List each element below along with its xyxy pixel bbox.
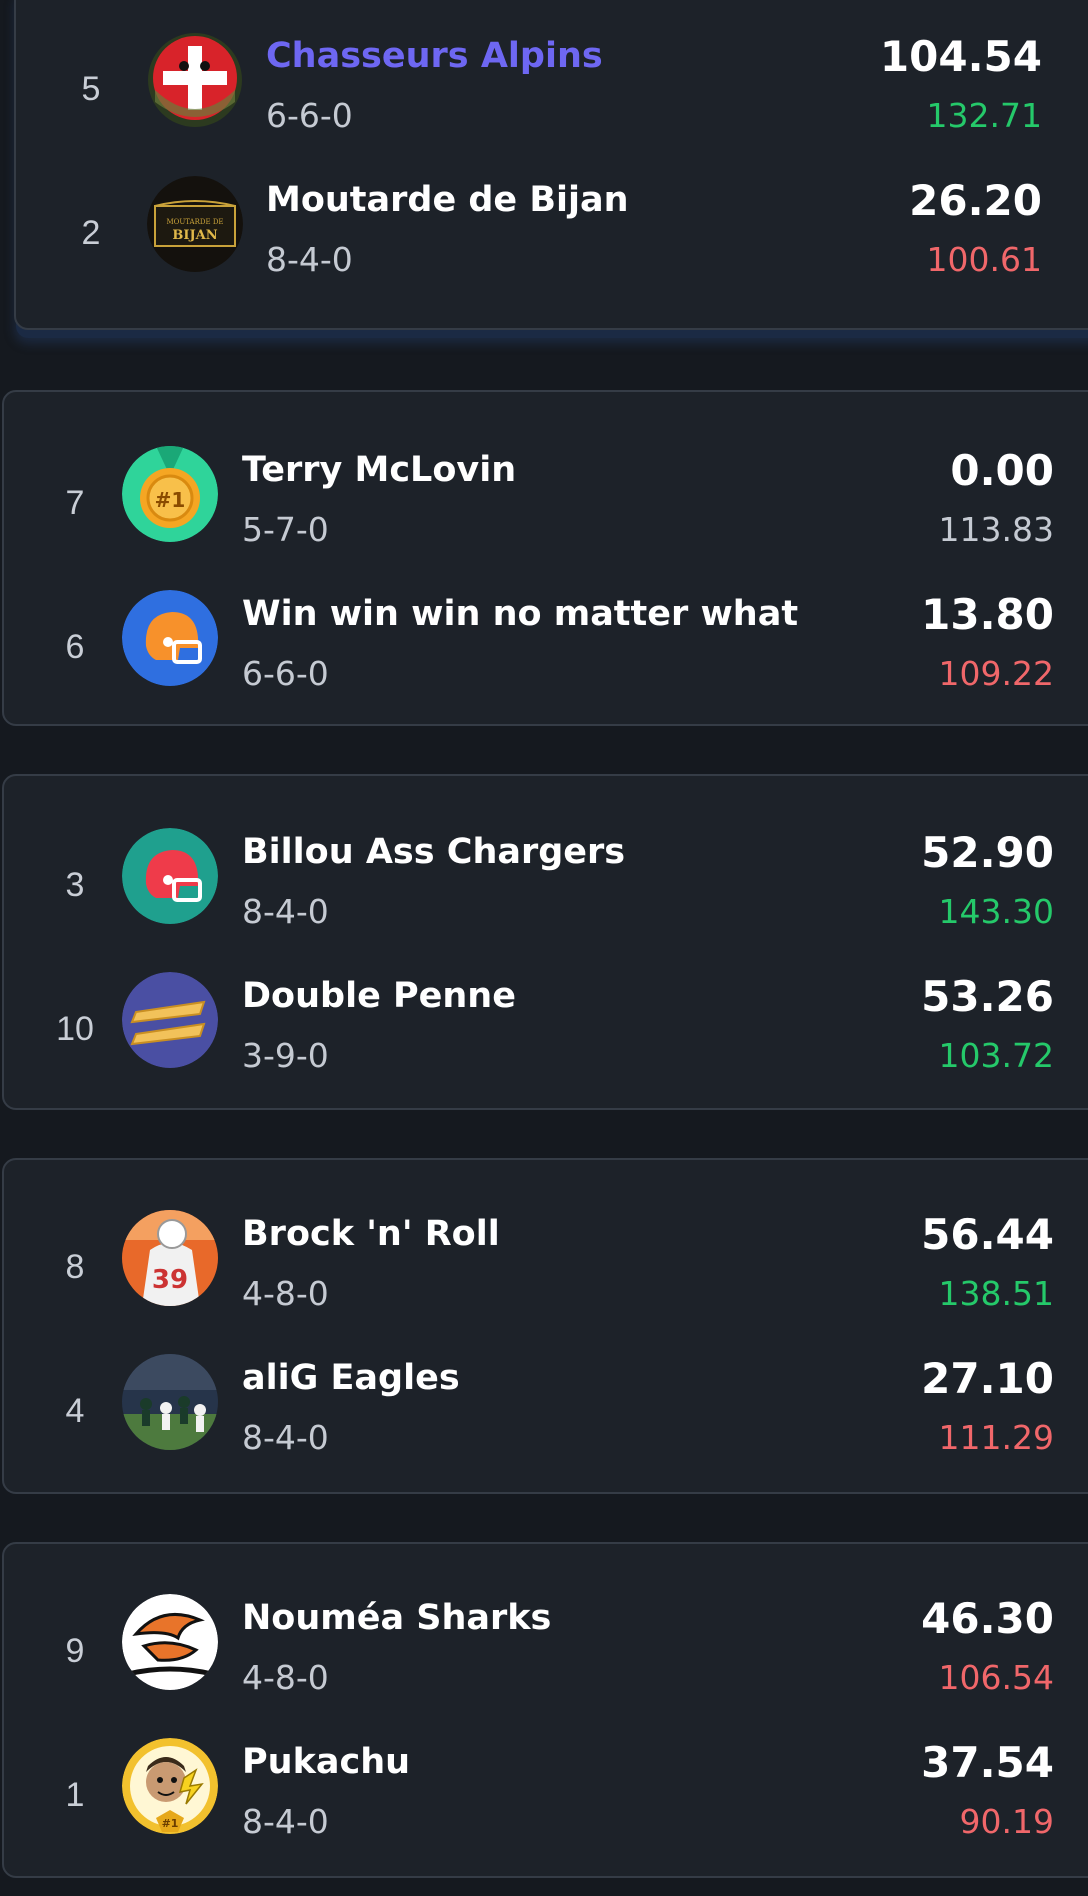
team-record: 3-9-0: [242, 1036, 329, 1075]
team-name[interactable]: aliG Eagles: [242, 1358, 460, 1398]
team-projection: 103.72: [938, 1036, 1054, 1075]
team-projection: 111.29: [938, 1418, 1054, 1457]
matchup-card[interactable]: 3 Billou Ass Chargers 8-4-0 52.90 143.30…: [2, 774, 1088, 1110]
team-score: 26.20: [909, 176, 1042, 225]
team-name[interactable]: Double Penne: [242, 976, 516, 1016]
matchups-list: 5 Chasseurs Alpins 6-6-0 104.54 132.71 2: [0, 0, 1088, 1896]
sharks-logo-icon: [122, 1594, 218, 1690]
football-player-photo-icon: 39: [122, 1210, 218, 1306]
team-record: 8-4-0: [242, 1802, 329, 1841]
champion-badge-text: #1: [162, 1817, 179, 1830]
matchup-card[interactable]: 8 39 Brock 'n' Roll 4-8-0 56.44 138.51 4: [2, 1158, 1088, 1494]
team-row[interactable]: 10 Double Penne 3-9-0 53.26 103.72: [4, 962, 1088, 1106]
team-projection: 132.71: [926, 96, 1042, 135]
team-score: 13.80: [921, 590, 1054, 639]
team-projection: 109.22: [938, 654, 1054, 693]
team-name[interactable]: Chasseurs Alpins: [266, 36, 603, 76]
moutarde-label-text: BIJAN: [172, 228, 217, 243]
team-projection: 113.83: [938, 510, 1054, 549]
matchup-card[interactable]: 9 Nouméa Sharks 4-8-0 46.30 106.54 1 #1 …: [2, 1542, 1088, 1878]
team-record: 8-4-0: [242, 892, 329, 931]
team-record: 5-7-0: [242, 510, 329, 549]
team-record: 8-4-0: [266, 240, 353, 279]
team-row[interactable]: 6 Win win win no matter what 6-6-0 13.80…: [4, 580, 1088, 724]
team-row[interactable]: 5 Chasseurs Alpins 6-6-0 104.54 132.71: [16, 22, 1088, 166]
team-rank: 2: [81, 214, 101, 252]
team-row[interactable]: 4 aliG Eagles 8-4-0 27.10 111.29: [4, 1344, 1088, 1488]
gold-medal-icon: #1: [122, 446, 218, 542]
team-projection: 138.51: [938, 1274, 1054, 1313]
team-record: 4-8-0: [242, 1274, 329, 1313]
swiss-cross-ball-icon: [147, 32, 243, 128]
team-record: 6-6-0: [266, 96, 353, 135]
team-row[interactable]: 8 39 Brock 'n' Roll 4-8-0 56.44 138.51: [4, 1200, 1088, 1344]
team-row[interactable]: 1 #1 Pukachu 8-4-0 37.54 90.19: [4, 1728, 1088, 1872]
team-projection: 100.61: [926, 240, 1042, 279]
team-score: 37.54: [921, 1738, 1054, 1787]
penne-pasta-icon: [122, 972, 218, 1068]
team-score: 53.26: [921, 972, 1054, 1021]
team-score: 0.00: [950, 446, 1054, 495]
team-projection: 143.30: [938, 892, 1054, 931]
stadium-photo-icon: [122, 1354, 218, 1450]
team-rank: 5: [81, 70, 101, 108]
pikachu-champion-icon: #1: [122, 1738, 218, 1834]
team-projection: 90.19: [959, 1802, 1054, 1841]
team-row[interactable]: 7 #1 Terry McLovin 5-7-0 0.00 113.83: [4, 436, 1088, 580]
moutarde-label-icon: MOUTARDE DE BIJAN: [147, 176, 243, 272]
team-name[interactable]: Pukachu: [242, 1742, 410, 1782]
team-name[interactable]: Brock 'n' Roll: [242, 1214, 500, 1254]
team-row[interactable]: 2 MOUTARDE DE BIJAN Moutarde de Bijan 8-…: [16, 166, 1088, 310]
svg-text:MOUTARDE DE: MOUTARDE DE: [166, 218, 223, 226]
team-name[interactable]: Win win win no matter what: [242, 594, 798, 634]
svg-text:39: 39: [152, 1265, 188, 1295]
team-record: 4-8-0: [242, 1658, 329, 1697]
team-row[interactable]: 3 Billou Ass Chargers 8-4-0 52.90 143.30: [4, 818, 1088, 962]
team-score: 27.10: [921, 1354, 1054, 1403]
orange-helmet-icon: [122, 590, 218, 686]
team-score: 52.90: [921, 828, 1054, 877]
team-score: 104.54: [879, 32, 1042, 81]
team-name[interactable]: Nouméa Sharks: [242, 1598, 551, 1638]
team-projection: 106.54: [938, 1658, 1054, 1697]
team-record: 6-6-0: [242, 654, 329, 693]
matchup-card[interactable]: 7 #1 Terry McLovin 5-7-0 0.00 113.83 6 W…: [2, 390, 1088, 726]
matchup-card[interactable]: 5 Chasseurs Alpins 6-6-0 104.54 132.71 2: [14, 0, 1088, 330]
team-name[interactable]: Moutarde de Bijan: [266, 180, 629, 220]
team-name[interactable]: Terry McLovin: [242, 450, 516, 490]
team-row[interactable]: 9 Nouméa Sharks 4-8-0 46.30 106.54: [4, 1584, 1088, 1728]
medal-text: #1: [155, 488, 186, 512]
team-score: 56.44: [921, 1210, 1054, 1259]
red-helmet-icon: [122, 828, 218, 924]
team-record: 8-4-0: [242, 1418, 329, 1457]
team-name[interactable]: Billou Ass Chargers: [242, 832, 625, 872]
team-score: 46.30: [921, 1594, 1054, 1643]
